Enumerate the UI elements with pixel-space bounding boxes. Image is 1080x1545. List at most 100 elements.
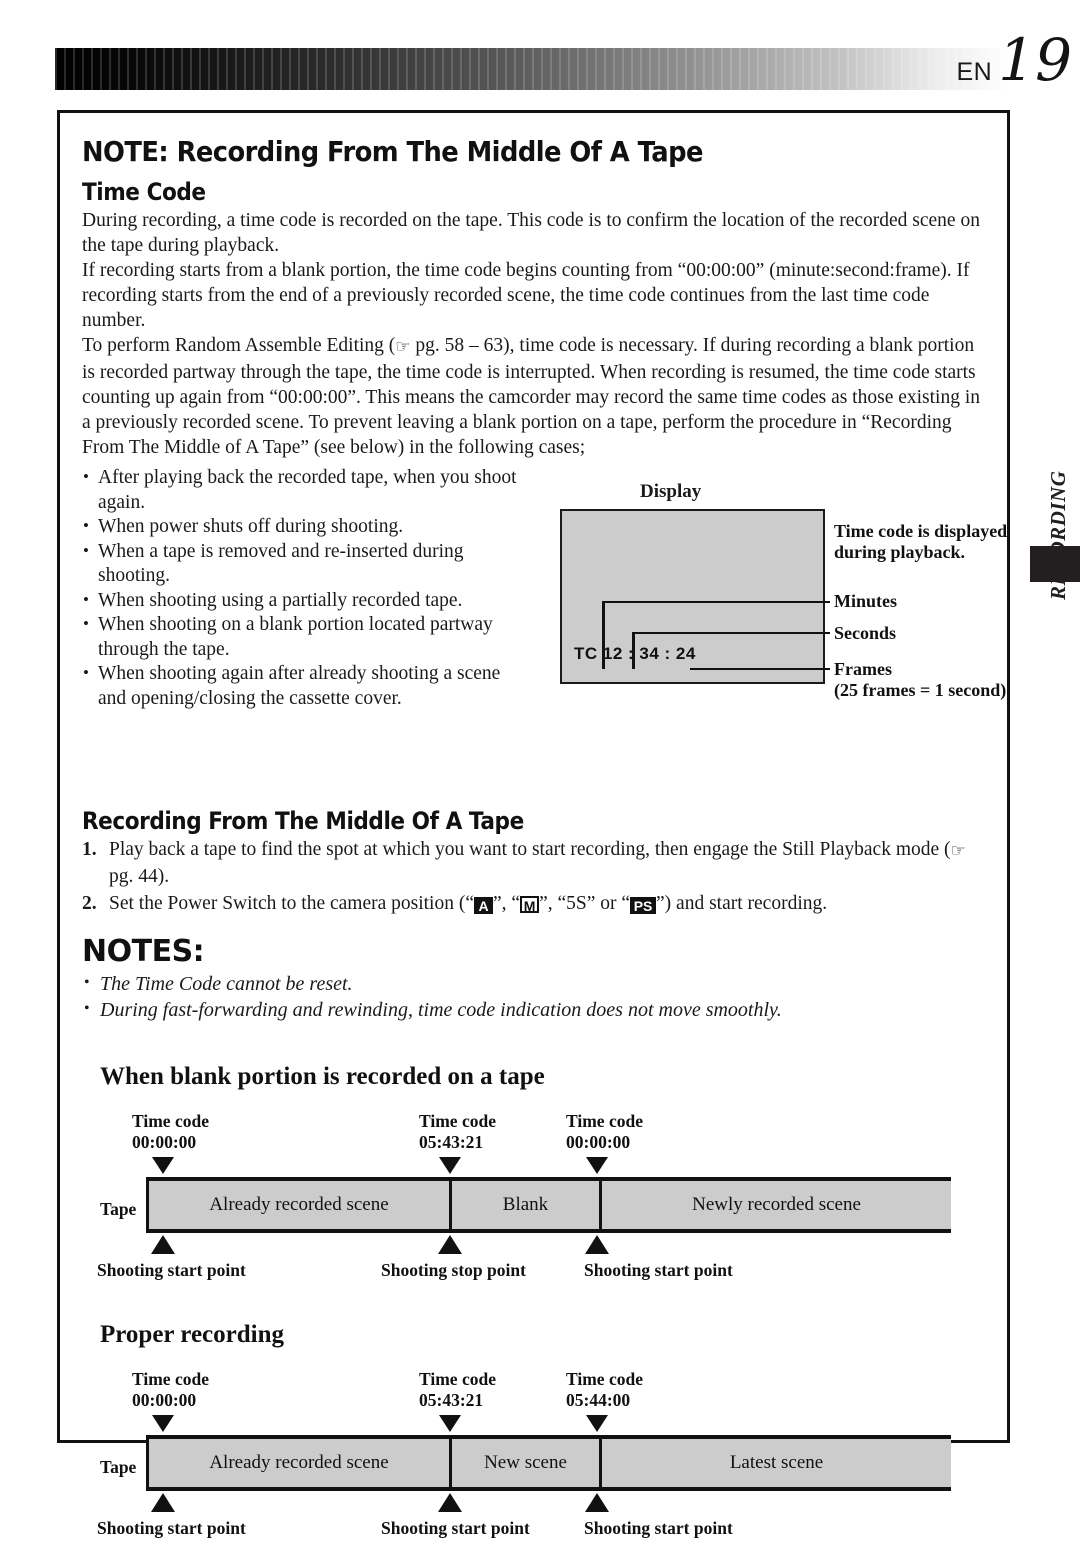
- leader-line-minutes-horizontal: [602, 601, 830, 603]
- recording-steps-list: Play back a tape to find the spot at whi…: [82, 837, 991, 916]
- step2-text-b: ”, “: [493, 893, 521, 914]
- leader-line-minutes-vertical: [602, 601, 605, 669]
- marker-up-1: [151, 1235, 175, 1254]
- tape-label-1: Tape: [100, 1199, 137, 1219]
- step1-text-a: Play back a tape to find the spot at whi…: [109, 839, 951, 860]
- marker-down-1: [152, 1415, 174, 1432]
- timecode-label-1: Time code 00:00:00: [132, 1369, 209, 1411]
- list-item: When shooting again after already shooti…: [82, 661, 532, 711]
- diagram2-title: Proper recording: [100, 1321, 284, 1348]
- page-number-block: EN 19: [956, 26, 1072, 94]
- paragraph-random-assemble-prefix: To perform Random Assemble Editing (: [82, 335, 396, 356]
- list-item: When shooting on a blank portion located…: [82, 612, 532, 662]
- page-content-frame: NOTE: Recording From The Middle Of A Tap…: [57, 110, 1010, 1538]
- paragraph-blank-portion: If recording starts from a blank portion…: [82, 260, 970, 331]
- timecode-label-2: Time code 05:43:21: [419, 1111, 496, 1153]
- cases-bullet-list: After playing back the recorded tape, wh…: [82, 465, 532, 711]
- marker-down-3: [586, 1157, 608, 1174]
- tape-bar-2: Already recorded scene New scene Latest …: [146, 1435, 951, 1491]
- list-item: The Time Code cannot be reset.: [82, 970, 991, 997]
- display-figure: Display TC 12 : 34 : 24 Time code is dis…: [550, 481, 1020, 711]
- header-gradient-bar: [55, 48, 1010, 90]
- step-item-2: Set the Power Switch to the camera posit…: [82, 891, 991, 916]
- section-heading-recording-middle: Recording From The Middle Of A Tape: [82, 807, 524, 835]
- tape-diagram-proper-recording: Time code 00:00:00 Time code 05:43:21 Ti…: [97, 1355, 1000, 1545]
- display-figure-title: Display: [640, 481, 702, 502]
- timecode-label-2: Time code 05:43:21: [419, 1369, 496, 1411]
- marker-down-3: [586, 1415, 608, 1432]
- manual-mode-icon: M: [520, 896, 540, 914]
- timecode-2-title: Time code: [419, 1369, 496, 1389]
- page-number: 19: [998, 26, 1072, 94]
- tape-label-2: Tape: [100, 1457, 137, 1477]
- timecode-label-1: Time code 00:00:00: [132, 1111, 209, 1153]
- ps-mode-icon: PS: [630, 897, 657, 914]
- step2-text-d: ”) and start recording.: [656, 893, 828, 914]
- leader-line-seconds-horizontal: [632, 632, 830, 634]
- timecode-3-value: 05:44:00: [566, 1390, 631, 1410]
- camcorder-screen: TC 12 : 34 : 24: [560, 509, 825, 684]
- timecode-2-value: 05:43:21: [419, 1132, 484, 1152]
- timecode-1-title: Time code: [132, 1111, 209, 1131]
- tape-diagram-blank-portion: Time code 00:00:00 Time code 05:43:21 Ti…: [97, 1097, 1000, 1287]
- callout-playback-line2: during playback.: [834, 542, 966, 562]
- callout-playback-line1: Time code is displayed: [834, 521, 1008, 541]
- auto-mode-icon: A: [474, 897, 493, 914]
- notes-list: The Time Code cannot be reset. During fa…: [82, 970, 991, 1023]
- tape-segment-2: New scene: [449, 1439, 599, 1487]
- diagram1-title: When blank portion is recorded on a tape: [100, 1063, 545, 1090]
- callout-minutes: Minutes: [834, 591, 897, 611]
- tape-segment-3: Latest scene: [599, 1439, 951, 1487]
- paragraph-random-assemble: To perform Random Assemble Editing (☞ pg…: [82, 333, 991, 460]
- step2-text-a: Set the Power Switch to the camera posit…: [109, 893, 474, 914]
- tape-segment-2: Blank: [449, 1181, 599, 1229]
- tape-segment-1: Already recorded scene: [209, 1452, 389, 1473]
- marker-up-3: [585, 1493, 609, 1512]
- marker-up-1: [151, 1493, 175, 1512]
- timecode-3-title: Time code: [566, 1111, 643, 1131]
- timecode-1-value: 00:00:00: [132, 1390, 197, 1410]
- marker-down-2: [439, 1415, 461, 1432]
- point-label-1: Shooting start point: [97, 1518, 246, 1538]
- paragraph-time-code-intro: During recording, a time code is recorde…: [82, 210, 980, 256]
- marker-up-2: [438, 1235, 462, 1254]
- tape-segment-1: Already recorded scene: [209, 1194, 389, 1215]
- pointing-hand-icon: ☞: [395, 337, 411, 357]
- list-item: When power shuts off during shooting.: [82, 514, 532, 540]
- point-label-3: Shooting start point: [584, 1518, 733, 1538]
- list-item: When a tape is removed and re-inserted d…: [82, 539, 532, 589]
- page-title: NOTE: Recording From The Middle Of A Tap…: [82, 135, 703, 168]
- callout-frames-line2: (25 frames = 1 second): [834, 680, 1007, 700]
- timecode-2-value: 05:43:21: [419, 1390, 484, 1410]
- point-label-1: Shooting start point: [97, 1260, 246, 1280]
- pointing-hand-icon: ☞: [950, 841, 966, 861]
- callout-frames: Frames (25 frames = 1 second): [834, 659, 1006, 701]
- section-heading-time-code: Time Code: [82, 178, 206, 206]
- timecode-1-title: Time code: [132, 1369, 209, 1389]
- page-language-label: EN: [956, 58, 993, 86]
- step2-text-c: ”, “5S” or “: [539, 893, 631, 914]
- list-item: During fast-forwarding and rewinding, ti…: [82, 996, 991, 1023]
- list-item: After playing back the recorded tape, wh…: [82, 465, 532, 515]
- step-item-1: Play back a tape to find the spot at whi…: [82, 837, 991, 889]
- tape-segment-3: Newly recorded scene: [599, 1181, 951, 1229]
- timecode-1-value: 00:00:00: [132, 1132, 197, 1152]
- point-label-2: Shooting stop point: [381, 1260, 526, 1280]
- timecode-label-3: Time code 05:44:00: [566, 1369, 643, 1411]
- tape-bar-1: Already recorded scene Blank Newly recor…: [146, 1177, 951, 1233]
- timecode-3-title: Time code: [566, 1369, 643, 1389]
- callout-seconds: Seconds: [834, 623, 897, 643]
- marker-up-3: [585, 1235, 609, 1254]
- callout-playback: Time code is displayed during playback.: [834, 521, 1007, 563]
- point-label-2: Shooting start point: [381, 1518, 530, 1538]
- leader-line-frames-horizontal: [690, 668, 830, 670]
- leader-line-seconds-vertical: [632, 632, 635, 669]
- callout-frames-line1: Frames: [834, 659, 892, 679]
- timecode-2-title: Time code: [419, 1111, 496, 1131]
- timecode-3-value: 00:00:00: [566, 1132, 631, 1152]
- notes-heading: NOTES:: [82, 934, 205, 969]
- marker-down-2: [439, 1157, 461, 1174]
- section-tab-label: RECORDING: [1046, 470, 1070, 600]
- marker-up-2: [438, 1493, 462, 1512]
- step1-text-b: pg. 44).: [109, 866, 170, 887]
